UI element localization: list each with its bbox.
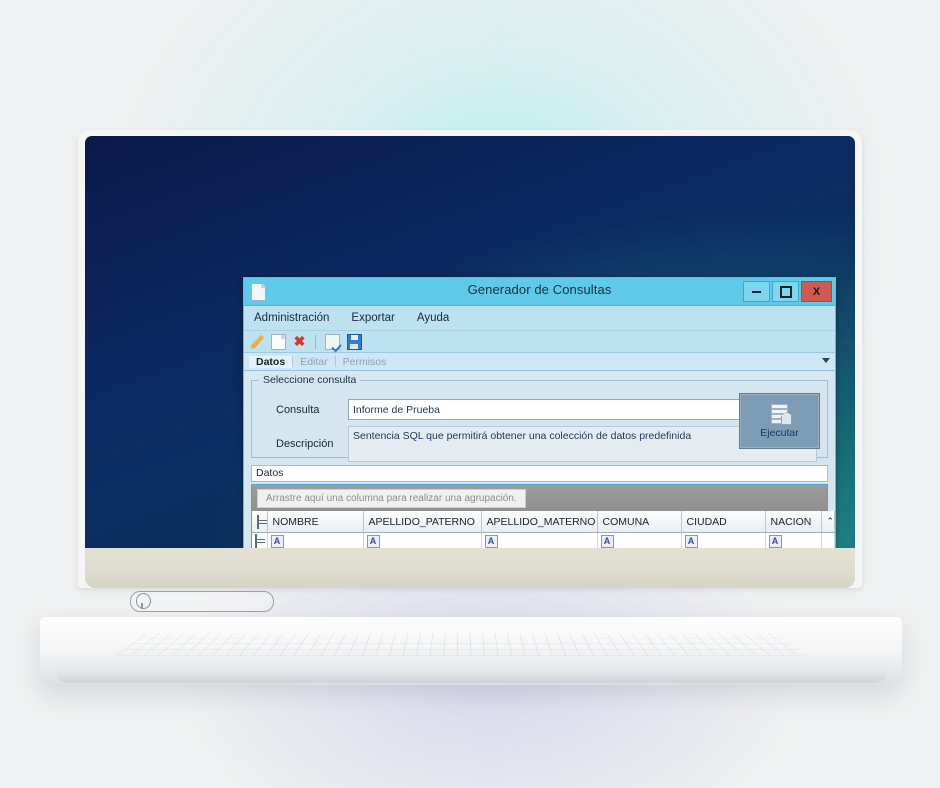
menu-item-ayuda[interactable]: Ayuda	[417, 312, 449, 324]
column-header-ciudad[interactable]: CIUDAD	[681, 511, 766, 533]
database-execute-icon	[769, 403, 792, 425]
menu-item-exportar[interactable]: Exportar	[351, 312, 394, 324]
menu-item-administracion[interactable]: Administración	[254, 312, 329, 324]
filter-toggle-cell[interactable]	[252, 532, 268, 548]
consulta-label: Consulta	[276, 403, 320, 416]
filter-cell-ciudad[interactable]: A	[681, 532, 766, 548]
consulta-value: Informe de Prueba	[353, 403, 440, 416]
tab-editar[interactable]: Editar	[293, 356, 334, 368]
window-body: Seleccione consulta Consulta Informe de …	[244, 374, 835, 548]
filter-cell-nacion[interactable]: A	[765, 532, 822, 548]
data-panel-header: Datos	[251, 465, 828, 482]
toolbar: ✖	[244, 331, 835, 353]
execute-button-label: Ejecutar	[760, 427, 799, 439]
column-header-apellido-paterno[interactable]: APELLIDO_PATERNO	[363, 511, 482, 533]
laptop-chin	[85, 548, 855, 588]
new-document-icon[interactable]	[271, 333, 286, 350]
column-header-comuna[interactable]: COMUNA	[597, 511, 682, 533]
table-body: A A A A A A MARIA SOLEDA..	[252, 532, 835, 548]
execute-button[interactable]: Ejecutar	[739, 393, 820, 449]
edit-pencil-icon[interactable]	[251, 334, 264, 349]
close-button[interactable]: X	[801, 281, 832, 302]
delete-icon[interactable]: ✖	[293, 334, 306, 349]
filter-icon	[255, 534, 257, 548]
filter-cell-apellido-materno[interactable]: A	[481, 532, 598, 548]
column-selector-header[interactable]	[252, 511, 268, 533]
filter-row: A A A A A A	[252, 532, 835, 548]
tab-bar: Datos Editar Permisos	[244, 353, 835, 371]
chevron-down-icon[interactable]	[822, 358, 830, 363]
validate-document-icon[interactable]	[325, 333, 340, 350]
filter-cell-nombre[interactable]: A	[267, 532, 364, 548]
power-indicator-icon	[136, 593, 151, 609]
tab-permisos[interactable]: Permisos	[336, 356, 394, 368]
minimize-button[interactable]	[743, 281, 770, 302]
column-header-nacion[interactable]: NACION	[765, 511, 822, 533]
filter-cell-comuna[interactable]: A	[597, 532, 682, 548]
minimize-icon	[752, 290, 761, 293]
select-query-group: Seleccione consulta Consulta Informe de …	[251, 374, 828, 462]
group-by-band[interactable]: Arrastre aquí una columna para realizar …	[252, 485, 827, 511]
laptop-keyboard	[116, 633, 808, 656]
data-grid: Arrastre aquí una columna para realizar …	[251, 484, 835, 548]
group-by-hint: Arrastre aquí una columna para realizar …	[257, 488, 526, 508]
menu-bar: Administración Exportar Ayuda	[244, 306, 835, 331]
filter-text-icon: A	[270, 534, 284, 548]
window-titlebar[interactable]: Generador de Consultas X	[244, 278, 835, 306]
column-header-nombre[interactable]: NOMBRE	[267, 511, 364, 533]
maximize-button[interactable]	[772, 281, 799, 302]
toolbar-separator	[315, 334, 316, 349]
column-chooser-icon	[257, 514, 259, 529]
window-buttons: X	[743, 281, 832, 302]
column-header-apellido-materno[interactable]: APELLIDO_MATERNO	[481, 511, 598, 533]
laptop-screen: RM Generador de Consultas X Administraci…	[85, 136, 855, 548]
filter-text-icon: A	[366, 534, 380, 548]
descripcion-value: Sentencia SQL que permitirá obtener una …	[353, 430, 692, 442]
descripcion-row: Descripción Sentencia SQL que permitirá …	[262, 426, 817, 462]
filter-text-icon: A	[768, 534, 782, 548]
screenshot-stage: RM Generador de Consultas X Administraci…	[0, 0, 940, 788]
filter-cell-apellido-paterno[interactable]: A	[363, 532, 482, 548]
descripcion-label: Descripción	[276, 438, 334, 450]
vertical-scrollbar-cell[interactable]	[820, 532, 835, 548]
laptop-chin-badge	[130, 591, 274, 612]
table-header-row: NOMBRE APELLIDO_PATERNO APELLIDO_MATERNO…	[252, 511, 835, 533]
application-window: Generador de Consultas X Administración …	[243, 277, 836, 548]
filter-text-icon: A	[600, 534, 614, 548]
scroll-up-button[interactable]: ⌃	[820, 511, 835, 533]
tab-datos[interactable]: Datos	[249, 355, 293, 368]
group-label: Seleccione consulta	[259, 374, 361, 386]
save-icon[interactable]	[347, 333, 362, 350]
filter-text-icon: A	[684, 534, 698, 548]
data-grid-table: NOMBRE APELLIDO_PATERNO APELLIDO_MATERNO…	[252, 511, 835, 548]
maximize-icon	[779, 285, 792, 298]
consulta-row: Consulta Informe de Prueba ✕	[262, 399, 817, 420]
filter-text-icon: A	[484, 534, 498, 548]
